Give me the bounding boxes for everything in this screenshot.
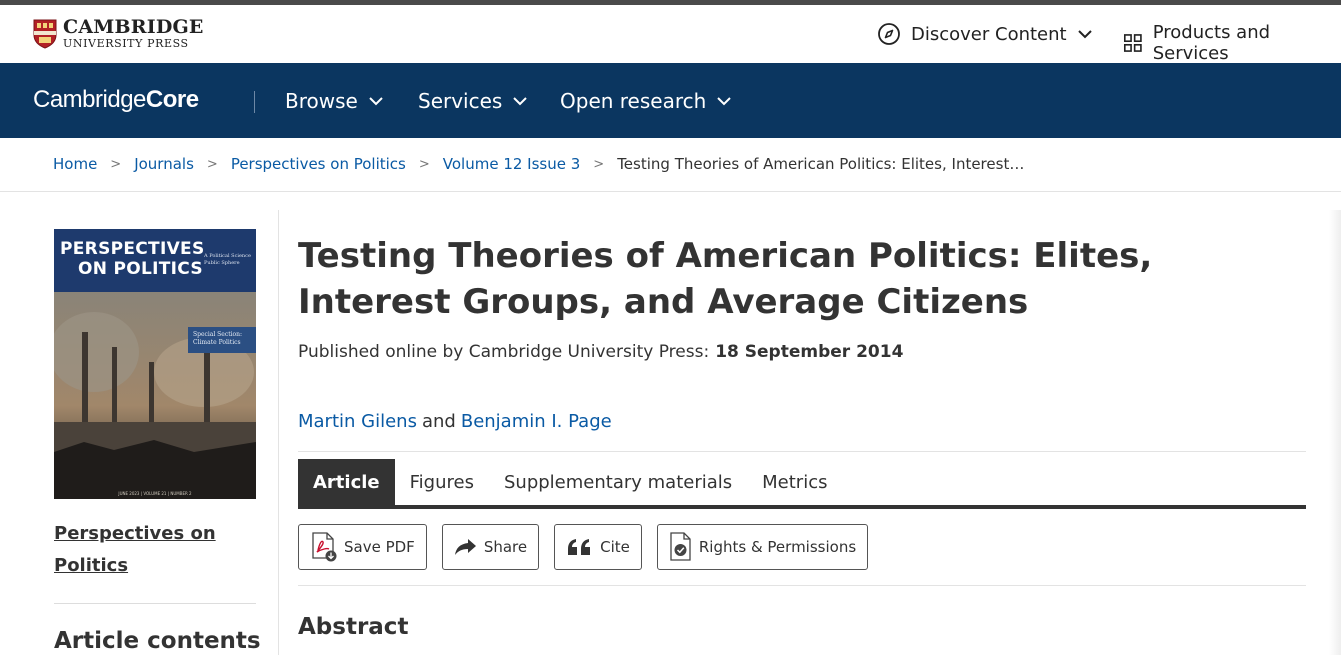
publisher-name-line1: CAMBRIDGE <box>63 16 204 38</box>
article-tabs: Article Figures Supplementary materials … <box>298 459 842 505</box>
cambridge-core-logo[interactable]: CambridgeCore <box>33 86 199 114</box>
breadcrumb-separator: > <box>593 156 605 172</box>
chevron-down-icon <box>1077 30 1092 39</box>
core-logo-part1: Cambridge <box>33 86 146 113</box>
grid-icon <box>1123 34 1142 52</box>
compass-icon <box>878 23 900 45</box>
services-label: Services <box>418 89 503 113</box>
browse-menu[interactable]: Browse <box>285 89 384 113</box>
authors: Martin Gilens and Benjamin I. Page <box>298 411 612 432</box>
industrial-smokestacks-photo <box>54 292 256 499</box>
tab-article[interactable]: Article <box>298 459 395 505</box>
author-link[interactable]: Martin Gilens <box>298 411 417 432</box>
nav-divider <box>254 91 255 113</box>
breadcrumb-divider <box>0 191 1341 192</box>
cambridge-university-press-logo[interactable]: CAMBRIDGE UNIVERSITY PRESS <box>33 18 204 49</box>
article-actions: Save PDF Share Cite Rights & Permissions <box>298 524 883 570</box>
tab-supplementary-materials[interactable]: Supplementary materials <box>489 459 747 505</box>
save-pdf-label: Save PDF <box>344 538 415 556</box>
breadcrumb-issue[interactable]: Volume 12 Issue 3 <box>443 155 581 173</box>
scrollbar-track[interactable] <box>1329 210 1341 655</box>
cambridge-shield-icon <box>33 19 57 49</box>
authors-and: and <box>421 411 456 432</box>
journal-link-line1: Perspectives on <box>54 523 216 544</box>
top-header: CAMBRIDGE UNIVERSITY PRESS Discover Cont… <box>0 5 1341 64</box>
main-navigation-bar: CambridgeCore Browse Services Open resea… <box>0 63 1341 138</box>
cover-title-line2: ON POLITICS <box>78 259 203 279</box>
share-button[interactable]: Share <box>441 524 540 570</box>
rights-and-permissions-label: Rights & Permissions <box>698 538 857 556</box>
rights-and-permissions-button[interactable]: Rights & Permissions <box>656 524 869 570</box>
published-date: 18 September 2014 <box>715 342 904 362</box>
breadcrumb-home[interactable]: Home <box>53 155 97 173</box>
open-research-label: Open research <box>560 89 707 113</box>
tabs-underline <box>298 505 1306 509</box>
breadcrumb-current: Testing Theories of American Politics: E… <box>617 155 1025 173</box>
abstract-heading: Abstract <box>298 614 409 640</box>
published-label: Published online by Cambridge University… <box>298 342 710 362</box>
cite-button[interactable]: Cite <box>554 524 642 570</box>
products-and-services-label: Products and Services <box>1152 22 1271 64</box>
open-research-menu[interactable]: Open research <box>560 89 732 113</box>
document-check-icon <box>669 532 693 562</box>
browse-label: Browse <box>285 89 358 113</box>
cover-special-section: Special Section: Climate Politics <box>188 327 256 353</box>
journal-link[interactable]: Perspectives on Politics <box>54 518 216 582</box>
discover-content-menu[interactable]: Discover Content <box>877 22 1093 46</box>
tab-figures[interactable]: Figures <box>395 459 489 505</box>
breadcrumb-journal[interactable]: Perspectives on Politics <box>231 155 406 173</box>
save-pdf-button[interactable]: Save PDF <box>298 524 427 570</box>
article-title: Testing Theories of American Politics: E… <box>298 236 1153 322</box>
chevron-down-icon <box>717 97 732 106</box>
publication-info: Published online by Cambridge University… <box>298 342 903 362</box>
share-arrow-icon <box>454 537 478 557</box>
discover-content-label: Discover Content <box>911 23 1067 45</box>
cover-title: PERSPECTIVES ON POLITICS <box>60 239 205 279</box>
author-link[interactable]: Benjamin I. Page <box>461 411 612 432</box>
article-contents-heading: Article contents <box>54 628 261 654</box>
breadcrumb-separator: > <box>206 156 218 172</box>
chevron-down-icon <box>513 97 528 106</box>
journal-cover-image[interactable]: PERSPECTIVES ON POLITICS A Political Sci… <box>54 229 256 499</box>
journal-link-line2: Politics <box>54 555 129 576</box>
actions-divider <box>298 585 1306 586</box>
breadcrumb-journals[interactable]: Journals <box>134 155 194 173</box>
core-logo-part2: Core <box>145 86 199 113</box>
breadcrumb: Home > Journals > Perspectives on Politi… <box>53 155 1024 173</box>
cover-footer: JUNE 2023 | VOLUME 21 | NUMBER 2 <box>118 491 192 496</box>
products-and-services-menu[interactable]: Products and Services <box>1123 22 1341 64</box>
services-menu[interactable]: Services <box>418 89 528 113</box>
sidebar-divider <box>54 603 256 604</box>
tabs-top-divider <box>298 451 1306 452</box>
breadcrumb-separator: > <box>110 156 122 172</box>
chevron-down-icon <box>369 97 383 106</box>
cover-title-line1: PERSPECTIVES <box>60 239 205 259</box>
quote-icon <box>566 537 594 557</box>
cite-label: Cite <box>600 538 630 556</box>
publisher-name-line2: UNIVERSITY PRESS <box>63 37 189 50</box>
breadcrumb-separator: > <box>418 156 430 172</box>
share-label: Share <box>483 538 528 556</box>
sidebar-vertical-divider <box>278 210 279 655</box>
cover-subtitle: A Political Science Public Sphere <box>204 253 251 266</box>
tab-metrics[interactable]: Metrics <box>747 459 842 505</box>
pdf-download-icon <box>310 532 338 562</box>
